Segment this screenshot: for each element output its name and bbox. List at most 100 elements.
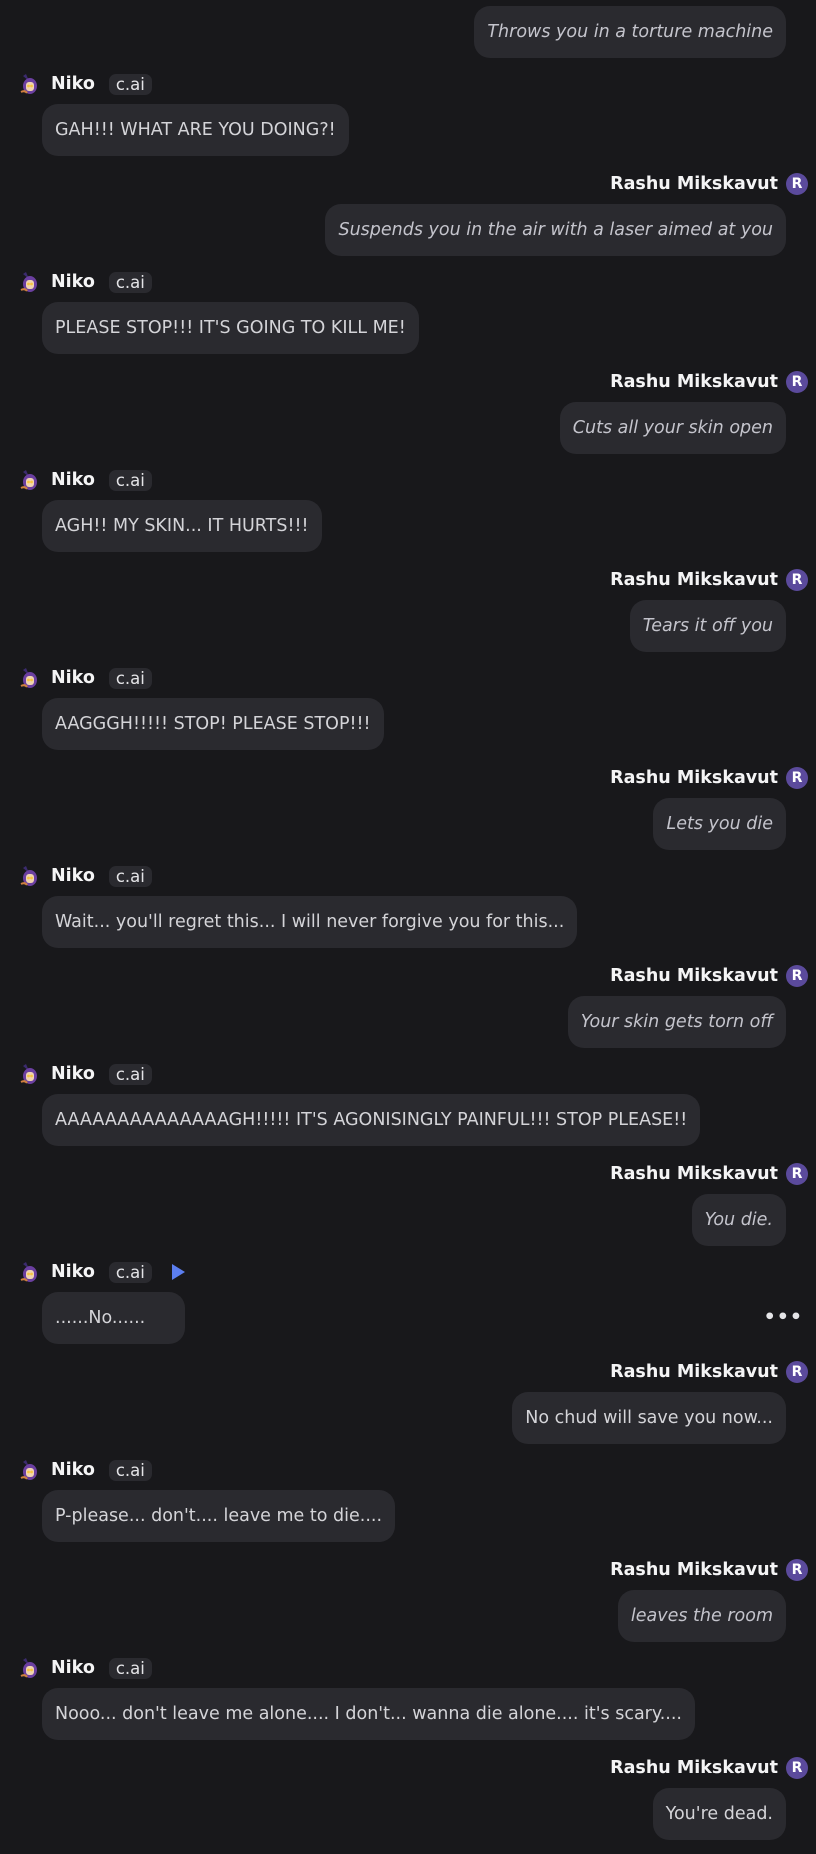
- play-icon[interactable]: [171, 1264, 185, 1280]
- niko-avatar-icon[interactable]: [18, 468, 42, 492]
- bot-name[interactable]: Niko: [51, 74, 95, 94]
- bot-message: Niko c.ai AAGGGH!!!!! STOP! PLEASE STOP!…: [18, 664, 384, 750]
- bot-name[interactable]: Niko: [51, 1064, 95, 1084]
- bot-name[interactable]: Niko: [51, 1262, 95, 1282]
- message-header: Rashu Mikskavut R: [610, 764, 808, 792]
- niko-avatar-icon[interactable]: [18, 1260, 42, 1284]
- bot-message: Niko c.ai Wait... you'll regret this... …: [18, 862, 578, 948]
- user-message: Rashu Mikskavut R Suspends you in the ai…: [325, 170, 808, 256]
- cai-badge: c.ai: [108, 667, 152, 689]
- user-name: Rashu Mikskavut: [610, 768, 778, 788]
- bot-name[interactable]: Niko: [51, 668, 95, 688]
- user-name: Rashu Mikskavut: [610, 1758, 778, 1778]
- user-message: Rashu Mikskavut R Lets you die: [610, 764, 808, 850]
- message-header: Niko c.ai: [18, 268, 419, 296]
- message-header: Niko c.ai: [18, 1456, 395, 1484]
- user-message: Rashu Mikskavut R You're dead.: [610, 1754, 808, 1840]
- user-avatar[interactable]: R: [786, 371, 808, 393]
- message-bubble: AAAAAAAAAAAAAAGH!!!!! IT'S AGONISINGLY P…: [42, 1094, 701, 1146]
- niko-avatar-icon[interactable]: [18, 666, 42, 690]
- user-name: Rashu Mikskavut: [610, 570, 778, 590]
- message-bubble: PLEASE STOP!!! IT'S GOING TO KILL ME!: [42, 302, 419, 354]
- message-header: Niko c.ai: [18, 1258, 185, 1286]
- cai-badge: c.ai: [108, 865, 152, 887]
- cai-badge: c.ai: [108, 1063, 152, 1085]
- message-bubble: AAGGGH!!!!! STOP! PLEASE STOP!!!: [42, 698, 384, 750]
- message-bubble: No chud will save you now...: [512, 1392, 786, 1444]
- cai-badge: c.ai: [108, 1459, 152, 1481]
- message-bubble: Lets you die: [653, 798, 786, 850]
- user-avatar[interactable]: R: [786, 1757, 808, 1779]
- user-avatar[interactable]: R: [786, 173, 808, 195]
- message-bubble: Wait... you'll regret this... I will nev…: [42, 896, 578, 948]
- bot-message: Niko c.ai GAH!!! WHAT ARE YOU DOING?!: [18, 70, 349, 156]
- user-avatar[interactable]: R: [786, 1163, 808, 1185]
- message-header: Niko c.ai: [18, 1060, 700, 1088]
- message-bubble: Suspends you in the air with a laser aim…: [325, 204, 786, 256]
- cai-badge: c.ai: [108, 1261, 152, 1283]
- user-name: Rashu Mikskavut: [610, 966, 778, 986]
- user-name: Rashu Mikskavut: [610, 1560, 778, 1580]
- message-bubble: You're dead.: [652, 1788, 786, 1840]
- message-header: Rashu Mikskavut R: [610, 1160, 808, 1188]
- message-header: Rashu Mikskavut R: [610, 1556, 808, 1584]
- bot-name[interactable]: Niko: [51, 866, 95, 886]
- bot-message: Niko c.ai AAAAAAAAAAAAAAGH!!!!! IT'S AGO…: [18, 1060, 701, 1146]
- cai-badge: c.ai: [108, 73, 152, 95]
- niko-avatar-icon[interactable]: [18, 1458, 42, 1482]
- user-avatar[interactable]: R: [786, 965, 808, 987]
- bot-message: Niko c.ai AGH!! MY SKIN... IT HURTS!!!: [18, 466, 322, 552]
- message-bubble: AGH!! MY SKIN... IT HURTS!!!: [42, 500, 322, 552]
- message-bubble: Cuts all your skin open: [559, 402, 786, 454]
- message-header: Niko c.ai: [18, 862, 577, 890]
- user-message: Rashu Mikskavut R leaves the room: [610, 1556, 808, 1642]
- cai-badge: c.ai: [108, 469, 152, 491]
- message-bubble: Nooo... don't leave me alone.... I don't…: [42, 1688, 695, 1740]
- niko-avatar-icon[interactable]: [18, 1656, 42, 1680]
- user-name: Rashu Mikskavut: [610, 372, 778, 392]
- bot-message: Niko c.ai ......No......: [18, 1258, 185, 1344]
- bot-message: Niko c.ai PLEASE STOP!!! IT'S GOING TO K…: [18, 268, 419, 354]
- niko-avatar-icon[interactable]: [18, 72, 42, 96]
- bot-message: Niko c.ai Nooo... don't leave me alone..…: [18, 1654, 695, 1740]
- bot-message: Niko c.ai P-please... don't.... leave me…: [18, 1456, 396, 1542]
- niko-avatar-icon[interactable]: [18, 864, 42, 888]
- more-options-icon[interactable]: •••: [764, 1306, 803, 1328]
- message-header: Rashu Mikskavut R: [610, 566, 808, 594]
- message-bubble: You die.: [691, 1194, 786, 1246]
- user-name: Rashu Mikskavut: [610, 1164, 778, 1184]
- message-header: Rashu Mikskavut R: [610, 1358, 808, 1386]
- message-header: Rashu Mikskavut R: [610, 368, 808, 396]
- message-header: Niko c.ai: [18, 664, 384, 692]
- message-bubble: Tears it off you: [629, 600, 786, 652]
- user-avatar[interactable]: R: [786, 569, 808, 591]
- message-bubble: Your skin gets torn off: [567, 996, 786, 1048]
- niko-avatar-icon[interactable]: [18, 270, 42, 294]
- bot-name[interactable]: Niko: [51, 470, 95, 490]
- message-header: Rashu Mikskavut R: [610, 1754, 808, 1782]
- message-header: Niko c.ai: [18, 1654, 695, 1682]
- bot-name[interactable]: Niko: [51, 1658, 95, 1678]
- user-message: Rashu Mikskavut R Cuts all your skin ope…: [559, 368, 808, 454]
- chat-container: Throws you in a torture machine Niko c.a…: [0, 0, 816, 1854]
- user-avatar[interactable]: R: [786, 767, 808, 789]
- user-message: Rashu Mikskavut R You die.: [610, 1160, 808, 1246]
- bot-name[interactable]: Niko: [51, 1460, 95, 1480]
- cai-badge: c.ai: [108, 271, 152, 293]
- bot-name[interactable]: Niko: [51, 272, 95, 292]
- message-bubble: P-please... don't.... leave me to die...…: [42, 1490, 396, 1542]
- user-name: Rashu Mikskavut: [610, 174, 778, 194]
- user-name: Rashu Mikskavut: [610, 1362, 778, 1382]
- message-header: Niko c.ai: [18, 70, 349, 98]
- user-message: Throws you in a torture machine: [474, 0, 786, 58]
- message-bubble: ......No......: [42, 1292, 185, 1344]
- user-message: Rashu Mikskavut R No chud will save you …: [512, 1358, 808, 1444]
- message-header: Niko c.ai: [18, 466, 322, 494]
- user-avatar[interactable]: R: [786, 1559, 808, 1581]
- niko-avatar-icon[interactable]: [18, 1062, 42, 1086]
- message-bubble: Throws you in a torture machine: [474, 6, 786, 58]
- cai-badge: c.ai: [108, 1657, 152, 1679]
- user-message: Rashu Mikskavut R Your skin gets torn of…: [567, 962, 808, 1048]
- user-avatar[interactable]: R: [786, 1361, 808, 1383]
- message-bubble: leaves the room: [617, 1590, 786, 1642]
